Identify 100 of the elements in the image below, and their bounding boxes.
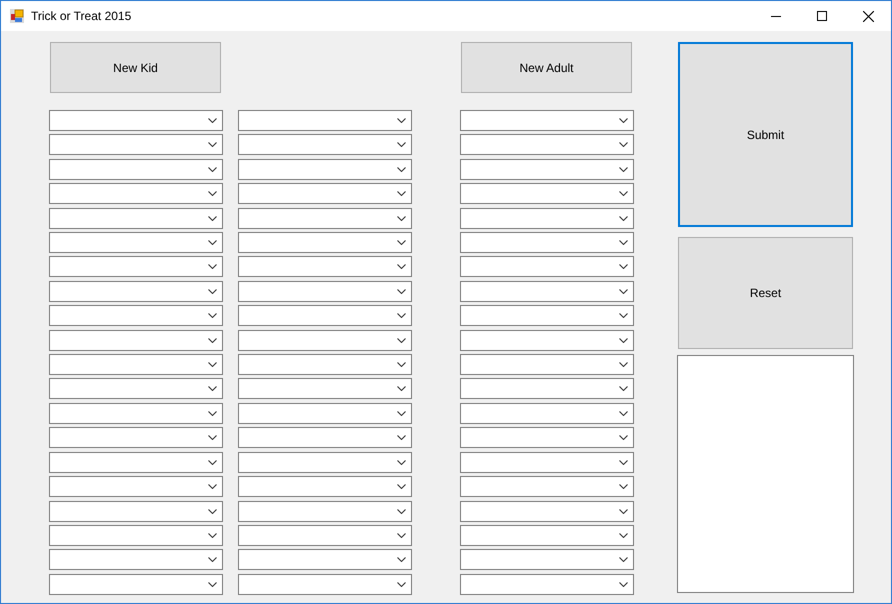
push-button[interactable]: New Kid	[50, 42, 221, 93]
chevron-down-icon	[619, 313, 628, 318]
dropdown[interactable]	[49, 256, 223, 278]
dropdown[interactable]	[460, 476, 634, 498]
dropdown[interactable]	[49, 427, 223, 448]
dropdown[interactable]	[49, 183, 223, 204]
dropdown[interactable]	[238, 232, 412, 254]
dropdown[interactable]	[238, 134, 412, 156]
dropdown[interactable]	[49, 378, 223, 400]
chevron-down-icon	[208, 508, 217, 514]
chevron-down-icon	[208, 288, 217, 294]
dropdown[interactable]	[49, 280, 223, 302]
chevron-down-icon	[397, 288, 406, 294]
chevron-down-icon	[619, 435, 628, 440]
dropdown[interactable]	[49, 524, 223, 546]
dropdown[interactable]	[49, 452, 223, 473]
dropdown[interactable]	[460, 256, 634, 278]
chevron-down-icon	[619, 264, 628, 270]
chevron-down-icon	[397, 191, 406, 196]
chevron-down-icon	[397, 142, 406, 148]
dropdown[interactable]	[460, 549, 634, 570]
dropdown[interactable]	[460, 305, 634, 326]
dropdown[interactable]	[238, 158, 412, 180]
dropdown[interactable]	[238, 256, 412, 278]
dropdown[interactable]	[49, 476, 223, 498]
dropdown[interactable]	[460, 378, 634, 400]
dropdown[interactable]	[49, 354, 223, 376]
dropdown[interactable]	[460, 354, 634, 376]
dropdown[interactable]	[238, 549, 412, 570]
push-button[interactable]: New Adult	[461, 42, 632, 93]
chevron-down-icon	[208, 386, 217, 392]
dropdown[interactable]	[238, 110, 412, 131]
chevron-down-icon	[397, 508, 406, 514]
dropdown[interactable]	[460, 280, 634, 302]
chevron-down-icon	[619, 484, 628, 490]
dropdown[interactable]	[238, 452, 412, 473]
chevron-down-icon	[208, 118, 217, 123]
chevron-down-icon	[397, 118, 406, 123]
dropdown[interactable]	[460, 500, 634, 522]
dropdown[interactable]	[238, 330, 412, 351]
dropdown[interactable]	[49, 549, 223, 570]
chevron-down-icon	[619, 288, 628, 294]
chevron-down-icon	[397, 386, 406, 392]
dropdown[interactable]	[460, 232, 634, 254]
dropdown[interactable]	[238, 574, 412, 595]
chevron-down-icon	[208, 313, 217, 318]
push-button[interactable]: Reset	[678, 237, 853, 349]
chevron-down-icon	[619, 532, 628, 538]
dropdown[interactable]	[238, 305, 412, 326]
chevron-down-icon	[619, 582, 628, 587]
dropdown[interactable]	[238, 378, 412, 400]
dropdown[interactable]	[238, 524, 412, 546]
dropdown[interactable]	[460, 574, 634, 595]
chevron-down-icon	[619, 166, 628, 172]
dropdown[interactable]	[460, 524, 634, 546]
dropdown[interactable]	[460, 427, 634, 448]
chevron-down-icon	[619, 386, 628, 392]
dropdown[interactable]	[238, 280, 412, 302]
close-icon	[862, 10, 874, 22]
dropdown[interactable]	[238, 354, 412, 376]
dropdown[interactable]	[49, 574, 223, 595]
dropdown[interactable]	[49, 402, 223, 424]
dropdown[interactable]	[49, 305, 223, 326]
chevron-down-icon	[619, 338, 628, 343]
dropdown[interactable]	[49, 134, 223, 156]
dropdown[interactable]	[238, 208, 412, 229]
chevron-down-icon	[397, 264, 406, 270]
chevron-down-icon	[208, 557, 217, 562]
push-button[interactable]: Submit	[678, 42, 853, 227]
dropdown[interactable]	[460, 452, 634, 473]
dropdown[interactable]	[460, 402, 634, 424]
dropdown[interactable]	[49, 500, 223, 522]
dropdown[interactable]	[49, 330, 223, 351]
dropdown[interactable]	[238, 427, 412, 448]
dropdown[interactable]	[460, 110, 634, 131]
chevron-down-icon	[208, 166, 217, 172]
chevron-down-icon	[397, 435, 406, 440]
dropdown[interactable]	[49, 110, 223, 131]
dropdown[interactable]	[238, 476, 412, 498]
chevron-down-icon	[208, 435, 217, 440]
chevron-down-icon	[619, 410, 628, 416]
dropdown[interactable]	[460, 208, 634, 229]
maximize-icon	[817, 11, 827, 21]
dropdown[interactable]	[49, 232, 223, 254]
dropdown[interactable]	[460, 158, 634, 180]
dropdown[interactable]	[460, 134, 634, 156]
dropdown[interactable]	[49, 158, 223, 180]
chevron-down-icon	[619, 362, 628, 368]
window-title: Trick or Treat 2015	[31, 8, 132, 25]
dropdown[interactable]	[238, 500, 412, 522]
dropdown[interactable]	[238, 402, 412, 424]
chevron-down-icon	[208, 216, 217, 221]
dropdown[interactable]	[460, 183, 634, 204]
dropdown[interactable]	[460, 330, 634, 351]
dropdown[interactable]	[49, 208, 223, 229]
app-icon	[10, 9, 24, 23]
dropdown[interactable]	[238, 183, 412, 204]
chevron-down-icon	[208, 460, 217, 465]
chevron-down-icon	[397, 460, 406, 465]
chevron-down-icon	[208, 338, 217, 343]
